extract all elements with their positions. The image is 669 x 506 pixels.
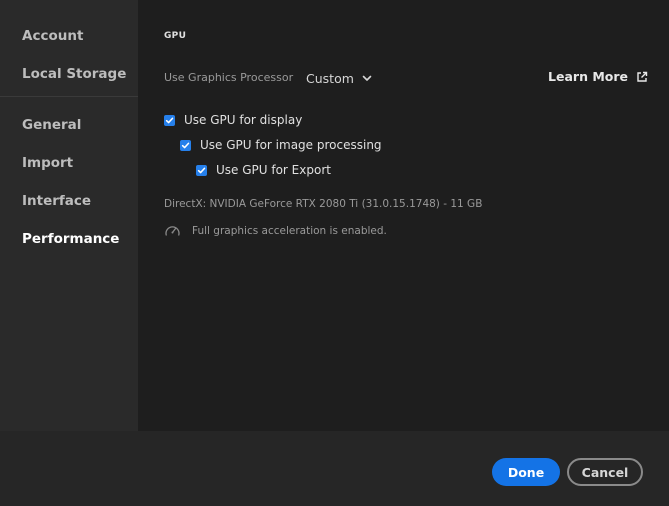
cancel-button[interactable]: Cancel [567,458,643,486]
graphics-processor-dropdown[interactable]: Custom [306,69,373,87]
sidebar-group-settings: General Import Interface Performance [0,96,138,260]
sidebar: Account Local Storage General Import Int… [0,0,138,431]
sidebar-item-interface[interactable]: Interface [0,184,138,222]
sidebar-item-general[interactable]: General [0,108,138,146]
checkbox-checked-icon [164,114,175,126]
dialog-footer: Done Cancel [0,431,669,506]
graphics-processor-label: Use Graphics Processor [164,71,294,84]
sidebar-item-import[interactable]: Import [0,146,138,184]
learn-more-label: Learn More [548,69,628,84]
use-gpu-display-label: Use GPU for display [184,113,303,127]
external-link-icon [637,71,648,82]
done-button[interactable]: Done [492,458,560,486]
learn-more-link[interactable]: Learn More [548,69,648,84]
preferences-dialog: Account Local Storage General Import Int… [0,0,669,506]
section-title-gpu: GPU [164,31,187,41]
acceleration-status-text: Full graphics acceleration is enabled. [192,224,387,237]
performance-panel: GPU Use Graphics Processor Custom Learn … [138,0,669,431]
sidebar-item-local-storage[interactable]: Local Storage [0,57,138,96]
graphics-processor-row: Use Graphics Processor Custom Learn More [164,69,648,87]
checkbox-checked-icon [180,139,191,151]
graphics-processor-value: Custom [306,70,354,86]
use-gpu-export-label: Use GPU for Export [216,163,331,177]
sidebar-item-account[interactable]: Account [0,19,138,57]
gauge-icon [165,226,180,236]
use-gpu-export-checkbox[interactable]: Use GPU for Export [196,162,331,178]
use-gpu-image-processing-label: Use GPU for image processing [200,138,382,152]
checkbox-checked-icon [196,164,207,176]
use-gpu-display-checkbox[interactable]: Use GPU for display [164,112,302,128]
chevron-down-icon [362,75,372,81]
directx-info: DirectX: NVIDIA GeForce RTX 2080 Ti (31.… [164,198,483,210]
sidebar-item-performance[interactable]: Performance [0,222,138,260]
use-gpu-image-processing-checkbox[interactable]: Use GPU for image processing [180,137,382,153]
sidebar-group-account: Account Local Storage [0,0,138,96]
acceleration-status: Full graphics acceleration is enabled. [164,223,387,238]
